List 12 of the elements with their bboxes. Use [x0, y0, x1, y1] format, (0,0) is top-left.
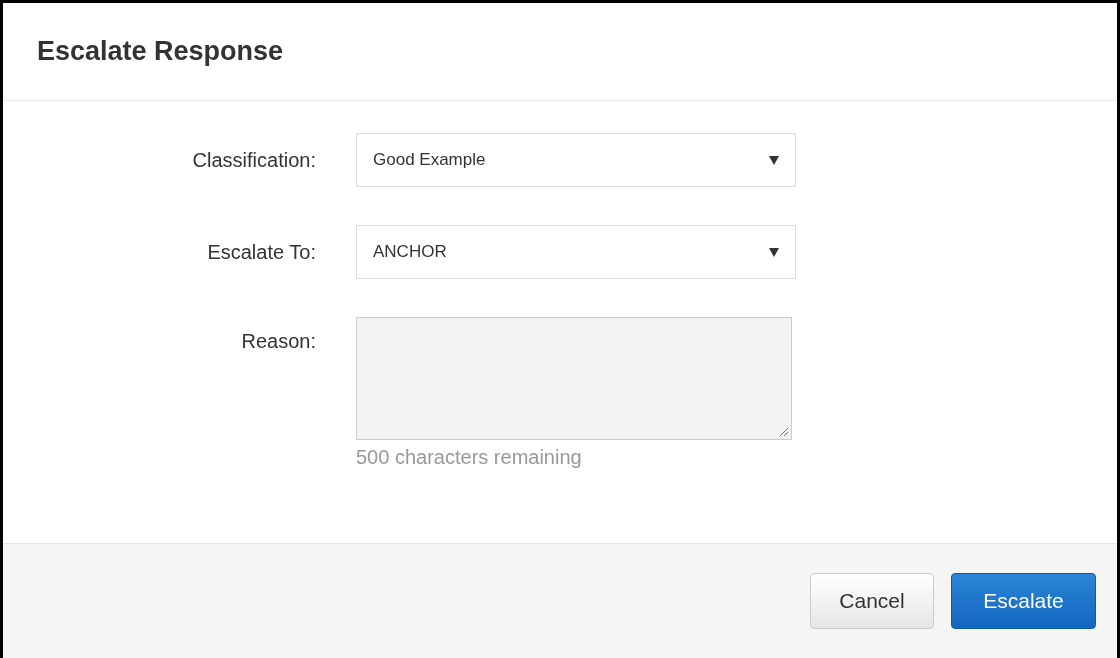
caret-icon: [769, 155, 779, 165]
field-label: Classification:: [192, 148, 316, 172]
characters-remaining-text: 500 characters remaining: [356, 446, 583, 469]
select-field[interactable]: Good Example: [356, 133, 796, 187]
escalate-button[interactable]: Escalate: [951, 573, 1096, 629]
select-field[interactable]: ANCHOR: [356, 225, 796, 279]
field-label: Reason:: [241, 330, 316, 353]
cancel-button[interactable]: Cancel: [810, 573, 934, 629]
resize-grip-icon[interactable]: [779, 427, 789, 437]
field-label: Escalate To:: [207, 240, 316, 264]
dialog-title: Escalate Response: [37, 36, 284, 67]
caret-icon: [769, 247, 779, 257]
